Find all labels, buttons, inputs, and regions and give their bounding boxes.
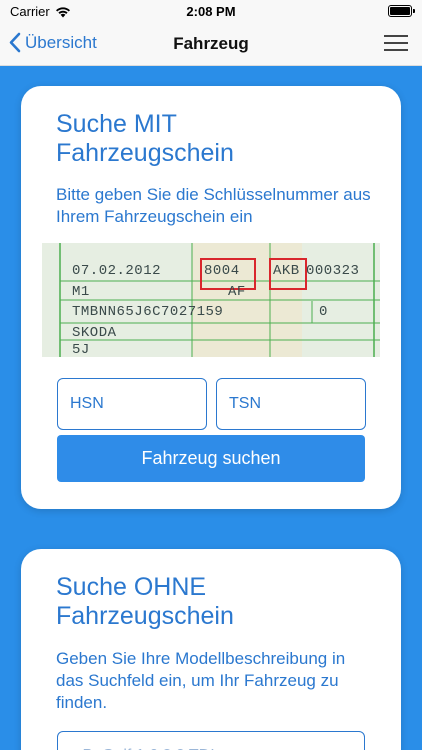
navigation-bar: Übersicht Fahrzeug	[0, 24, 422, 66]
card-title-with: Suche MIT Fahrzeugschein	[56, 110, 234, 167]
search-without-registration-card: Suche OHNE Fahrzeugschein Geben Sie Ihre…	[21, 549, 401, 750]
doc-model: 5J	[72, 342, 90, 357]
doc-body-code: AF	[228, 284, 246, 300]
card-description-without: Geben Sie Ihre Modellbeschreibung in das…	[56, 649, 346, 712]
registration-document-image: 07.02.2012 8004 AKB 000323 M1 AF TMBNN65…	[42, 243, 380, 357]
doc-tsn-value: AKB	[273, 263, 300, 279]
doc-tsn-suffix: 000323	[306, 263, 360, 279]
status-time: 2:08 PM	[186, 4, 236, 19]
search-vehicle-button[interactable]: Fahrzeug suchen	[57, 435, 365, 482]
page-title: Fahrzeug	[173, 34, 249, 53]
tsn-input[interactable]	[216, 378, 366, 430]
card-description-with: Bitte geben Sie die Schlüsselnummer aus …	[56, 185, 371, 226]
doc-vin-extra: 0	[319, 304, 328, 320]
status-bar: Carrier 2:08 PM	[0, 0, 422, 24]
search-with-registration-card: Suche MIT Fahrzeugschein Bitte geben Sie…	[21, 86, 401, 509]
model-search-input[interactable]	[57, 731, 365, 750]
doc-hsn-value: 8004	[204, 263, 240, 279]
doc-vin: TMBNN65J6C7027159	[72, 304, 224, 320]
card-title-without: Suche OHNE Fahrzeugschein	[56, 573, 234, 630]
doc-date: 07.02.2012	[72, 263, 162, 279]
doc-vehicle-class: M1	[72, 284, 90, 300]
battery-icon	[388, 5, 415, 17]
hsn-input[interactable]	[57, 378, 207, 430]
doc-brand: SKODA	[72, 325, 117, 341]
hamburger-menu-icon[interactable]	[384, 35, 410, 53]
